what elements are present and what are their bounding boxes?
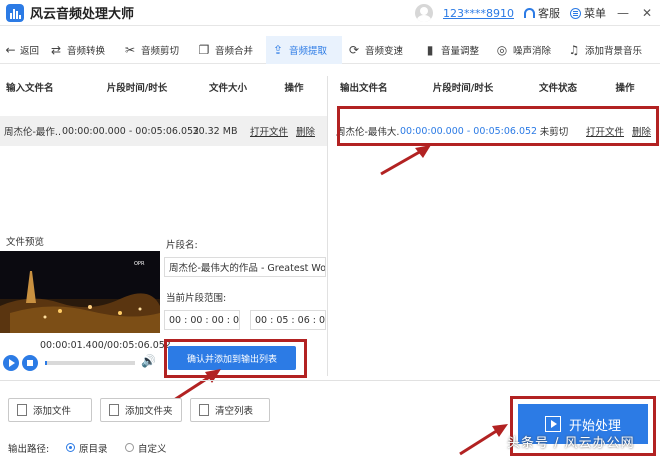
tab-audio-merge[interactable]: ❐ 音频合并 bbox=[192, 36, 266, 64]
tab-label: 音频转换 bbox=[67, 45, 106, 57]
avatar[interactable] bbox=[415, 4, 433, 22]
segment-start-time-input[interactable]: 00 : 00 : 00 : 000 bbox=[164, 310, 240, 330]
file-icon bbox=[17, 404, 27, 416]
service-button[interactable]: 客服 bbox=[524, 5, 560, 21]
output-path-label: 输出路径: bbox=[8, 444, 50, 455]
col-action: 操作 bbox=[615, 83, 635, 94]
tab-label: 音量调整 bbox=[441, 45, 480, 57]
tab-label: 噪声消除 bbox=[513, 45, 552, 57]
tab-label: 音频提取 bbox=[289, 45, 328, 57]
headset-icon bbox=[524, 8, 535, 18]
app-logo-icon bbox=[6, 3, 24, 22]
open-file-link[interactable]: 打开文件 bbox=[250, 124, 296, 138]
minimize-button[interactable]: — bbox=[616, 6, 630, 20]
col-input-name: 输入文件名 bbox=[6, 83, 54, 94]
extract-icon: ⇪ bbox=[272, 42, 284, 57]
merge-icon: ❐ bbox=[198, 42, 210, 57]
playback-progress-bar[interactable] bbox=[45, 361, 135, 365]
input-file-size: 30.32 MB bbox=[192, 125, 238, 137]
play-button[interactable] bbox=[3, 355, 19, 371]
playback-time: 00:00:01.400/00:05:06.052 bbox=[40, 340, 171, 351]
menu-label: 菜单 bbox=[584, 7, 606, 20]
custom-dir-label: 自定义 bbox=[138, 444, 167, 455]
input-segment-time: 00:00:00.000 - 00:05:06.052 bbox=[62, 125, 200, 137]
watermark-text: 头条号 / 风云办公网 bbox=[507, 436, 635, 451]
output-table-header: 输出文件名 片段时间/时长 文件状态 操作 bbox=[330, 76, 660, 98]
tab-label: 添加背景音乐 bbox=[585, 45, 643, 57]
convert-icon: ⇄ bbox=[50, 42, 62, 57]
segment-end-time-input[interactable]: 00 : 05 : 06 : 052 bbox=[250, 310, 326, 330]
annotation-arrow-start bbox=[459, 424, 508, 456]
service-label: 客服 bbox=[538, 7, 560, 20]
back-arrow-icon: ← bbox=[5, 42, 16, 57]
menu-icon bbox=[570, 7, 581, 19]
segment-name-label: 片段名: bbox=[166, 240, 198, 251]
annotation-arrow-output bbox=[380, 145, 431, 176]
tab-volume-adjust[interactable]: ▮ 音量调整 bbox=[418, 36, 490, 64]
back-button[interactable]: ← 返回 bbox=[0, 36, 44, 64]
radio-original-dir[interactable] bbox=[66, 443, 75, 452]
tab-label: 音频剪切 bbox=[141, 45, 180, 57]
original-dir-label: 原目录 bbox=[79, 444, 108, 455]
tab-noise-removal[interactable]: ◎ 噪声消除 bbox=[490, 36, 562, 64]
col-segment-time: 片段时间/时长 bbox=[106, 83, 168, 94]
preview-label: 文件预览 bbox=[6, 237, 45, 248]
title-bar: 风云音频处理大师 123****8910 客服 菜单 — ✕ bbox=[0, 0, 660, 26]
app-title: 风云音频处理大师 bbox=[30, 7, 135, 22]
tab-add-bgm[interactable]: ♫ 添加背景音乐 bbox=[562, 36, 654, 64]
stop-button[interactable] bbox=[22, 355, 38, 371]
back-label: 返回 bbox=[19, 45, 39, 57]
close-button[interactable]: ✕ bbox=[640, 6, 654, 20]
noise-icon: ◎ bbox=[496, 42, 508, 57]
user-account-link[interactable]: 123****8910 bbox=[443, 7, 514, 20]
speed-icon: ⟳ bbox=[348, 42, 360, 57]
folder-icon bbox=[109, 404, 119, 416]
radio-custom-dir[interactable] bbox=[125, 443, 134, 452]
clear-list-button[interactable]: 清空列表 bbox=[190, 398, 270, 422]
col-segment-time: 片段时间/时长 bbox=[432, 83, 494, 94]
col-output-name: 输出文件名 bbox=[340, 83, 388, 94]
night-city-image: OPR bbox=[0, 251, 160, 333]
tab-label: 音频合并 bbox=[215, 45, 254, 57]
input-file-name: 周杰伦-最作... bbox=[4, 127, 62, 138]
add-folder-label: 添加文件夹 bbox=[125, 406, 173, 417]
volume-bars-icon: ▮ bbox=[426, 42, 434, 57]
trash-icon bbox=[199, 404, 209, 416]
clear-list-label: 清空列表 bbox=[215, 406, 254, 417]
tab-label: 音频变速 bbox=[365, 45, 404, 57]
col-file-status: 文件状态 bbox=[538, 83, 577, 94]
col-file-size: 文件大小 bbox=[208, 83, 247, 94]
table-row[interactable]: 周杰伦-最作... 00:00:00.000 - 00:05:06.052 30… bbox=[0, 116, 327, 146]
input-table-header: 输入文件名 片段时间/时长 文件大小 操作 bbox=[0, 76, 327, 98]
music-note-icon: ♫ bbox=[568, 42, 580, 57]
add-folder-button[interactable]: 添加文件夹 bbox=[100, 398, 182, 422]
tab-audio-extract[interactable]: ⇪ 音频提取 bbox=[266, 35, 342, 64]
col-action: 操作 bbox=[284, 83, 304, 94]
tab-audio-cut[interactable]: ✂ 音频剪切 bbox=[118, 36, 192, 64]
stop-icon bbox=[27, 360, 33, 366]
tab-audio-speed[interactable]: ⟳ 音频变速 bbox=[342, 36, 418, 64]
delete-link[interactable]: 删除 bbox=[296, 124, 324, 138]
segment-range-label: 当前片段范围: bbox=[166, 293, 227, 304]
progress-fill bbox=[45, 361, 47, 365]
add-file-button[interactable]: 添加文件 bbox=[8, 398, 92, 422]
function-toolbar: ← 返回 ⇄ 音频转换 ✂ 音频剪切 ❐ 音频合并 ⇪ 音频提取 ⟳ 音频变速 … bbox=[0, 35, 660, 64]
add-file-label: 添加文件 bbox=[33, 406, 72, 417]
segment-name-input[interactable]: 周杰伦-最伟大的作品 - Greatest Work bbox=[164, 257, 326, 277]
play-icon bbox=[9, 359, 15, 367]
tab-audio-convert[interactable]: ⇄ 音频转换 bbox=[44, 36, 118, 64]
video-watermark-text: OPR bbox=[134, 261, 145, 267]
scissors-icon: ✂ bbox=[124, 42, 136, 57]
menu-button[interactable]: 菜单 bbox=[570, 5, 606, 21]
volume-icon[interactable]: 🔊 bbox=[141, 354, 156, 368]
video-preview: OPR bbox=[0, 251, 160, 333]
